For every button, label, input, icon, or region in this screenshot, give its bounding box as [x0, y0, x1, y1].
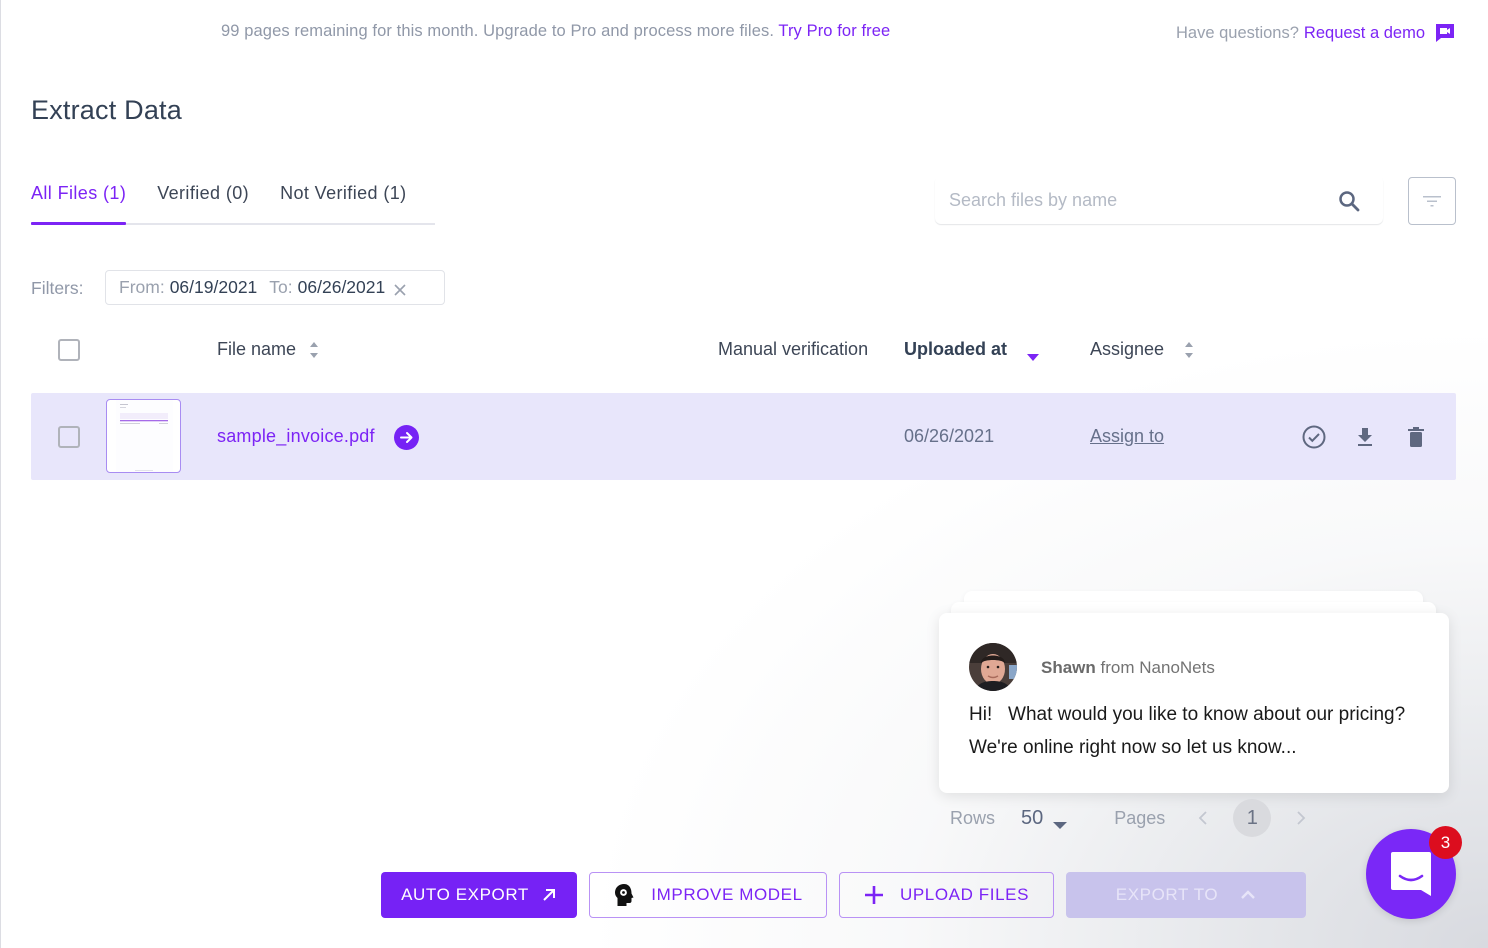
pagination: Rows 50 Pages 1	[950, 799, 1307, 837]
date-filter-chip[interactable]: From: 06/19/2021 To: 06/26/2021	[105, 270, 445, 305]
page-title: Extract Data	[31, 95, 182, 125]
sender-company: from NanoNets	[1100, 658, 1215, 677]
uploaded-at-header-label: Uploaded at	[904, 339, 1008, 359]
tab-not-verified[interactable]: Not Verified (1)	[280, 183, 406, 223]
brain-gear-icon	[615, 884, 634, 906]
arrow-right-icon[interactable]	[394, 425, 419, 450]
export-to-button[interactable]: EXPORT TO	[1066, 872, 1306, 918]
quota-banner: 99 pages remaining for this month. Upgra…	[221, 22, 890, 41]
arrow-up-right-icon	[543, 889, 555, 901]
file-name-link[interactable]: sample_invoice.pdf	[217, 426, 375, 447]
column-header-assignee[interactable]: Assignee	[1090, 339, 1194, 360]
download-icon[interactable]	[1352, 424, 1378, 450]
sender-name: Shawn	[1041, 658, 1096, 677]
upload-files-label: UPLOAD FILES	[899, 885, 1030, 904]
upload-files-button[interactable]: UPLOAD FILES	[839, 872, 1054, 918]
tab-all-files[interactable]: All Files (1)	[31, 183, 157, 225]
auto-export-label: AUTO EXPORT	[401, 885, 529, 904]
select-all-checkbox[interactable]	[58, 339, 80, 361]
filter-button[interactable]	[1408, 177, 1456, 225]
left-border	[0, 0, 1, 948]
chevron-left-icon[interactable]	[1197, 810, 1211, 826]
column-header-uploaded-at[interactable]: Uploaded at	[904, 339, 1040, 361]
file-tabs: All Files (1) Verified (0) Not Verified …	[31, 183, 435, 225]
column-header-file-name[interactable]: File name	[217, 339, 319, 360]
chat-sender: Shawn from NanoNets	[1041, 658, 1215, 678]
file-name-header-label: File name	[217, 339, 297, 359]
chat-bubble-icon	[1391, 852, 1431, 896]
delete-icon[interactable]	[1403, 424, 1429, 450]
to-label: To:	[269, 277, 293, 297]
assignee-header-label: Assignee	[1090, 339, 1165, 359]
help-text: Have questions?	[1176, 23, 1299, 42]
search-input[interactable]	[935, 189, 1325, 211]
video-chat-icon[interactable]	[1434, 22, 1456, 44]
request-demo-link[interactable]: Request a demo	[1304, 24, 1425, 43]
table-row[interactable]: sample_invoice.pdf 06/26/2021 Assign to	[31, 393, 1456, 480]
filter-icon	[1423, 196, 1441, 207]
sort-icon[interactable]	[309, 341, 319, 359]
row-checkbox[interactable]	[58, 426, 80, 448]
help-banner: Have questions? Request a demo	[1176, 22, 1456, 44]
filters-label: Filters:	[31, 278, 84, 298]
try-pro-link[interactable]: Try Pro for free	[778, 22, 890, 40]
assign-to-link[interactable]: Assign to	[1090, 426, 1164, 447]
sort-icon[interactable]	[1184, 341, 1194, 359]
chevron-up-icon	[1241, 890, 1256, 899]
chevron-down-icon[interactable]	[1053, 814, 1068, 829]
page-button-current[interactable]: 1	[1233, 799, 1272, 837]
chat-message-text: Hi! What would you like to know about ou…	[969, 704, 1411, 758]
export-to-label: EXPORT TO	[1115, 885, 1219, 904]
chat-message-card[interactable]: Shawn from NanoNets Hi! What would you l…	[939, 613, 1449, 793]
search-icon[interactable]	[1337, 189, 1361, 213]
chevron-right-icon[interactable]	[1293, 810, 1307, 826]
to-value: 06/26/2021	[297, 277, 386, 297]
tab-verified[interactable]: Verified (0)	[157, 183, 280, 223]
sort-desc-icon[interactable]	[1027, 346, 1040, 361]
from-label: From:	[119, 277, 165, 297]
search-box	[935, 176, 1383, 224]
quota-text: 99 pages remaining for this month. Upgra…	[221, 22, 774, 40]
rows-per-page-select[interactable]: 50	[1021, 807, 1043, 830]
rows-label: Rows	[950, 807, 996, 828]
column-header-manual-verification: Manual verification	[718, 339, 869, 359]
verify-icon[interactable]	[1301, 424, 1327, 450]
uploaded-at-value: 06/26/2021	[904, 426, 995, 446]
close-icon[interactable]	[393, 281, 407, 296]
plus-icon	[864, 886, 883, 904]
improve-model-button[interactable]: IMPROVE MODEL	[589, 872, 827, 918]
pages-label: Pages	[1114, 807, 1166, 828]
file-thumbnail[interactable]	[106, 399, 181, 473]
auto-export-button[interactable]: AUTO EXPORT	[381, 872, 577, 918]
unread-count-badge: 3	[1429, 826, 1462, 859]
from-value: 06/19/2021	[169, 277, 258, 297]
improve-model-label: IMPROVE MODEL	[651, 885, 803, 904]
avatar	[969, 643, 1017, 691]
